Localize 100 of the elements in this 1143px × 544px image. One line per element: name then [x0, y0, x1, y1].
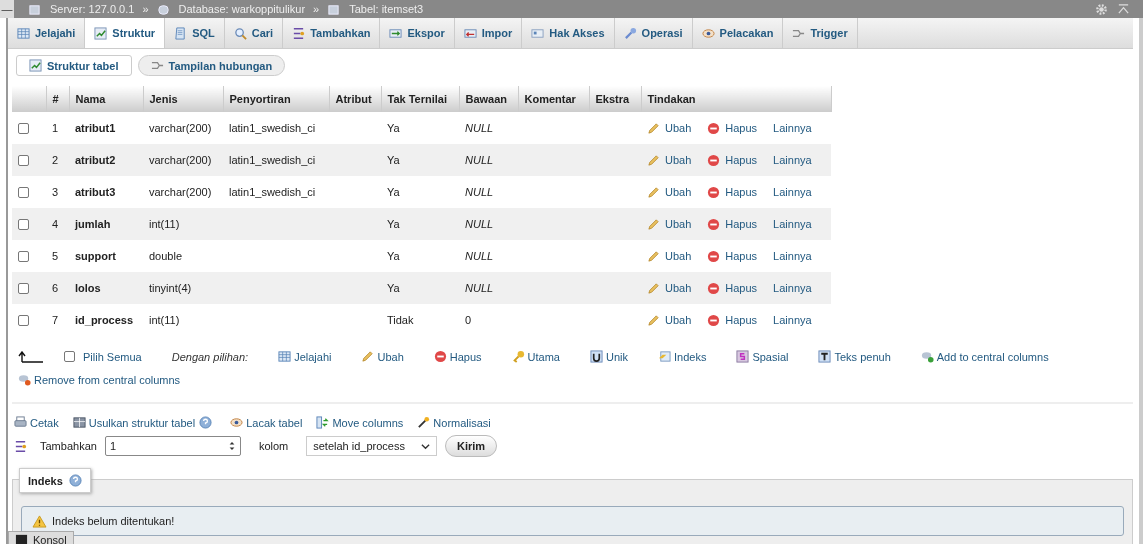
wand-icon: [417, 416, 431, 429]
column-name: support: [75, 250, 116, 262]
delete-link[interactable]: Hapus: [707, 249, 758, 263]
delete-link[interactable]: Hapus: [707, 217, 758, 231]
minus-circle-icon: [433, 350, 447, 363]
pencil-icon: [647, 121, 660, 135]
more-link[interactable]: Lainnya: [773, 121, 812, 135]
table-structure-icon: [72, 416, 86, 429]
gear-icon[interactable]: [1095, 2, 1108, 16]
nav-tab[interactable]: Pelacakan: [692, 18, 784, 48]
delete-link[interactable]: Hapus: [707, 281, 758, 295]
bulk-action-link[interactable]: Unik: [589, 350, 628, 363]
edit-link[interactable]: Ubah: [647, 153, 692, 167]
more-link[interactable]: Lainnya: [773, 217, 812, 231]
edit-link[interactable]: Ubah: [647, 185, 692, 199]
delete-link[interactable]: Hapus: [707, 313, 758, 327]
column-header: Komentar: [518, 86, 589, 112]
default-value: 0: [465, 314, 472, 326]
column-name: atribut3: [75, 186, 116, 198]
row-checkbox[interactable]: [18, 315, 29, 327]
row-checkbox[interactable]: [18, 155, 29, 167]
nav-tab[interactable]: Operasi: [614, 18, 693, 48]
collapse-up-icon[interactable]: [1117, 2, 1130, 16]
row-checkbox[interactable]: [18, 251, 29, 263]
delete-link[interactable]: Hapus: [707, 153, 758, 167]
nav-tab[interactable]: Tambahkan: [283, 18, 381, 48]
subnav-tab[interactable]: Struktur tabel: [16, 55, 132, 76]
column-type: varchar(200): [149, 186, 212, 198]
warning-icon: [32, 514, 47, 528]
select-all-label[interactable]: Pilih Semua: [83, 350, 142, 363]
column-count-field[interactable]: 1: [104, 436, 241, 456]
bulk-action-link[interactable]: Add to central columns: [920, 350, 1049, 363]
collapse-button[interactable]: —: [0, 0, 14, 18]
edit-link[interactable]: Ubah: [647, 217, 692, 231]
help-icon[interactable]: [68, 474, 82, 487]
delete-link[interactable]: Hapus: [707, 185, 758, 199]
row-checkbox[interactable]: [18, 123, 29, 135]
bulk-action-link[interactable]: Spasial: [736, 350, 789, 363]
null-value: Ya: [387, 186, 400, 198]
bulk-action-link[interactable]: Hapus: [433, 350, 482, 363]
edit-link[interactable]: Ubah: [647, 121, 692, 135]
console-tab[interactable]: Konsol: [8, 531, 74, 544]
subnav-tab[interactable]: Tampilan hubungan: [137, 55, 286, 76]
minus-circle-icon: [707, 249, 721, 263]
row-checkbox[interactable]: [18, 187, 29, 199]
column-header: Ekstra: [589, 86, 641, 112]
minus-circle-icon: [707, 153, 721, 167]
nav-tab[interactable]: Trigger: [783, 18, 858, 48]
nav-tab[interactable]: Ekspor: [380, 18, 455, 48]
bulk-action-link[interactable]: Indeks: [658, 350, 707, 363]
toolbar-link[interactable]: Lacak tabel: [230, 416, 303, 429]
nav-tab[interactable]: Impor: [454, 18, 523, 48]
more-link[interactable]: Lainnya: [773, 153, 812, 167]
column-type: varchar(200): [149, 122, 212, 134]
notice-text: Indeks belum ditentukan!: [52, 515, 175, 527]
select-all-checkbox[interactable]: [64, 351, 75, 362]
header-cell: [12, 86, 46, 112]
nav-tab[interactable]: Struktur: [85, 18, 166, 48]
column-name: id_process: [75, 314, 134, 326]
column-header: Nama: [69, 86, 143, 112]
minus-circle-icon: [707, 313, 721, 327]
null-value: Ya: [387, 154, 400, 166]
bulk-action-link[interactable]: Remove from central columns: [18, 373, 181, 386]
edit-link[interactable]: Ubah: [647, 249, 692, 263]
column-header: Bawaan: [459, 86, 518, 112]
more-link[interactable]: Lainnya: [773, 281, 812, 295]
table-icon: [327, 2, 341, 16]
toolbar-link[interactable]: Cetak: [14, 416, 59, 429]
nav-tab[interactable]: Hak Akses: [522, 18, 615, 48]
column-header: Tak Ternilai: [381, 86, 459, 112]
nav-tab[interactable]: Cari: [224, 18, 284, 48]
toolbar-link[interactable]: Normalisasi: [417, 416, 491, 429]
row-checkbox[interactable]: [18, 283, 29, 295]
more-link[interactable]: Lainnya: [773, 313, 812, 327]
column-name: atribut1: [75, 122, 116, 134]
submit-button[interactable]: Kirim: [444, 435, 498, 457]
more-link[interactable]: Lainnya: [773, 185, 812, 199]
bulk-action-link[interactable]: Jelajahi: [278, 350, 332, 363]
bulk-action-link[interactable]: Utama: [511, 350, 560, 363]
collation-text: latin1_swedish_ci: [229, 154, 316, 166]
position-select[interactable]: setelah id_process: [306, 436, 437, 456]
pencil-icon: [647, 281, 660, 295]
edit-link[interactable]: Ubah: [647, 281, 692, 295]
indexes-title: Indeks: [28, 474, 63, 487]
toolbar-link[interactable]: Move columns: [316, 416, 404, 429]
bulk-action-link[interactable]: Ubah: [361, 350, 404, 363]
card-icon: [531, 26, 545, 40]
spinner-icon[interactable]: [227, 440, 236, 452]
bulk-action-link[interactable]: Teks penuh: [818, 350, 891, 363]
delete-link[interactable]: Hapus: [707, 121, 758, 135]
null-value: Ya: [387, 250, 400, 262]
row-checkbox[interactable]: [18, 219, 29, 231]
help-icon[interactable]: [199, 416, 213, 429]
default-value: NULL: [465, 186, 494, 198]
unique-key-icon: [589, 350, 603, 363]
row-number: 5: [52, 250, 59, 262]
edit-link[interactable]: Ubah: [647, 313, 692, 327]
more-link[interactable]: Lainnya: [773, 249, 812, 263]
toolbar-link[interactable]: Usulkan struktur tabel: [72, 416, 196, 429]
nav-tab[interactable]: SQL: [165, 18, 225, 48]
